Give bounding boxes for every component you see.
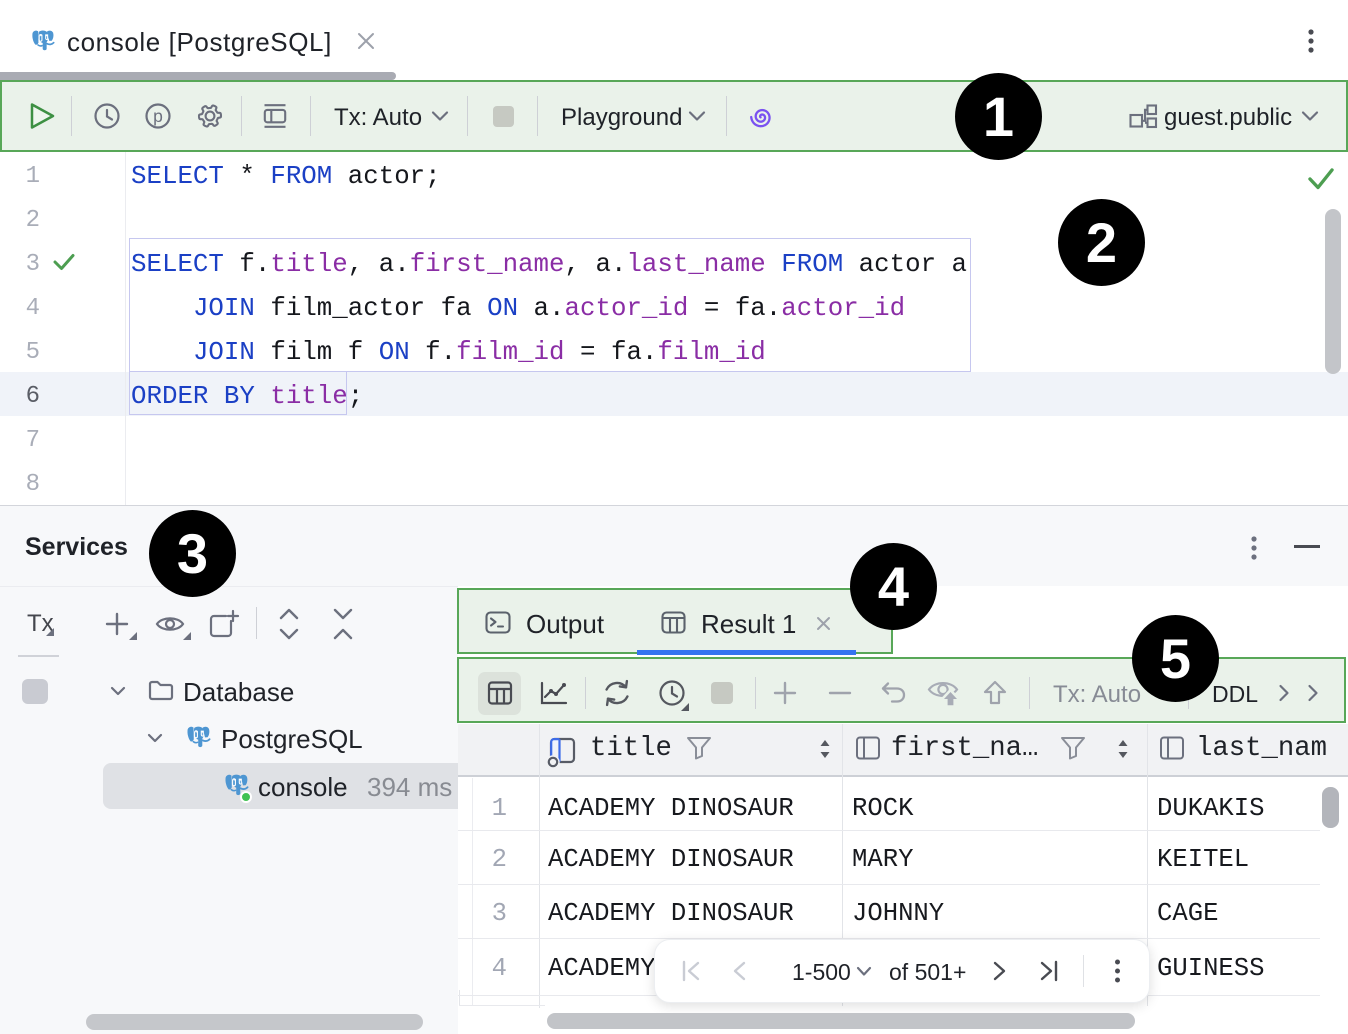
svg-text:p: p — [153, 106, 163, 126]
